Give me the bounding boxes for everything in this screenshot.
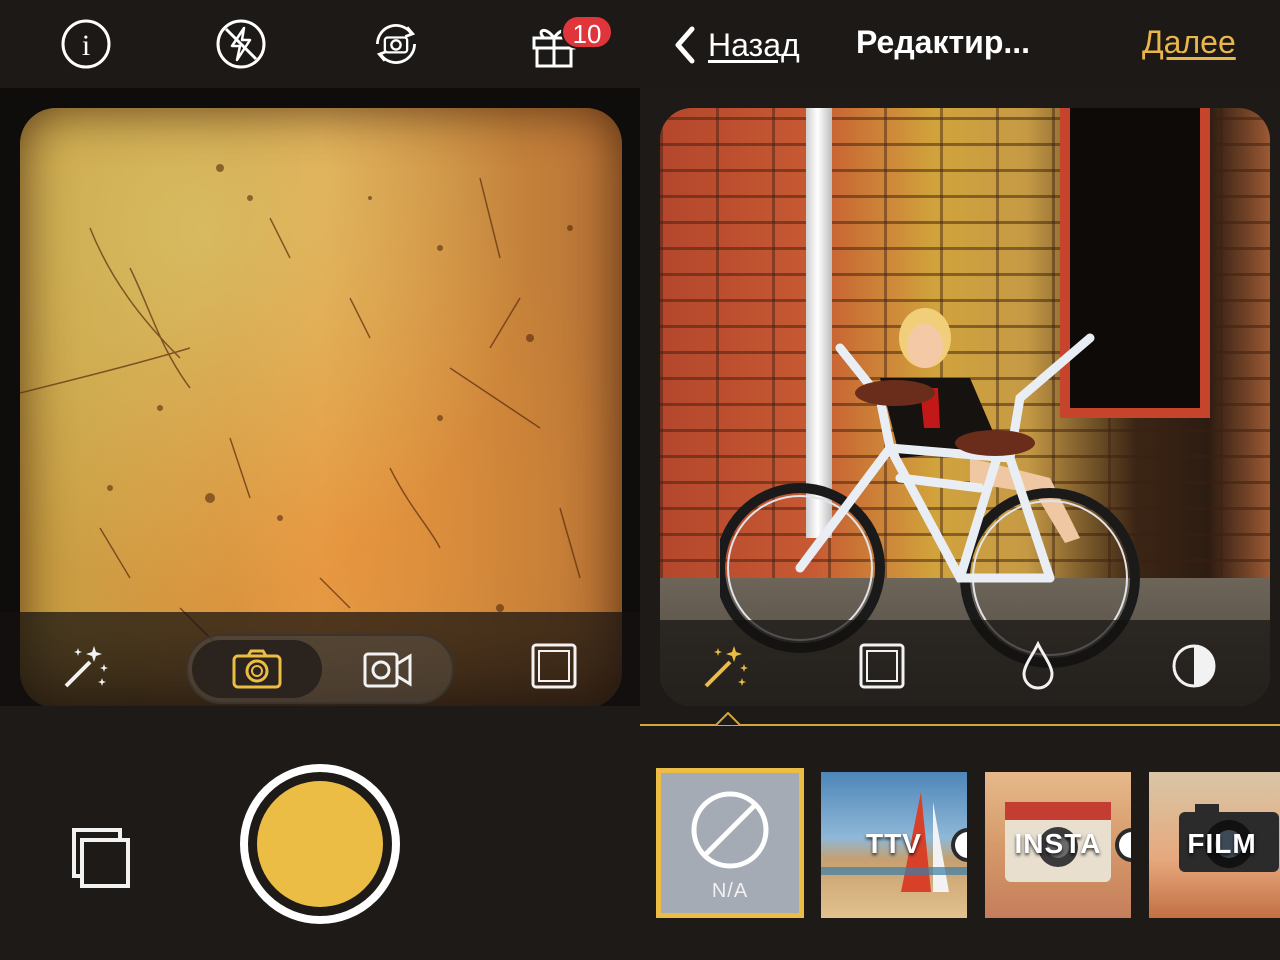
filter-label: N/A <box>711 880 749 902</box>
chevron-left-icon <box>675 26 695 64</box>
page-title: Редактир... <box>856 24 1031 60</box>
camera-bottom-bar <box>0 706 640 960</box>
filter-film[interactable]: FILM <box>1149 772 1280 918</box>
filter-label: FILM <box>1187 828 1257 859</box>
no-filter-icon <box>691 791 769 869</box>
magic-wand-icon[interactable] <box>700 640 752 692</box>
shutter-inner <box>257 781 383 907</box>
flash-off-icon[interactable] <box>215 18 267 70</box>
frame-icon[interactable] <box>528 640 580 692</box>
contrast-icon[interactable] <box>1168 640 1220 692</box>
back-button[interactable]: Назад <box>672 22 800 68</box>
drop-icon[interactable] <box>1012 640 1064 692</box>
camera-icon <box>232 649 282 689</box>
back-label: Назад <box>708 26 800 63</box>
photo-mode-button[interactable] <box>192 640 322 698</box>
switch-camera-icon[interactable] <box>370 18 422 70</box>
gift-badge: 10 <box>561 15 613 49</box>
frame-icon[interactable] <box>856 640 908 692</box>
camera-top-bar: i 10 <box>0 0 640 88</box>
filter-ttv[interactable]: TTV <box>821 772 967 918</box>
editor-screen: Назад Редактир... Далее N/A TTV INSTA FI… <box>640 0 1280 960</box>
magic-wand-icon[interactable] <box>60 640 112 692</box>
photo-preview <box>660 108 1270 706</box>
filter-none[interactable]: N/A <box>656 768 804 918</box>
gallery-icon[interactable] <box>72 828 132 888</box>
tool-caret-icon <box>716 712 740 726</box>
video-camera-icon <box>363 652 412 688</box>
filter-strip: N/A TTV INSTA FILM <box>640 768 1280 918</box>
filter-label: INSTA <box>1014 828 1102 859</box>
info-icon[interactable]: i <box>60 18 112 70</box>
camera-screen: i 10 <box>0 0 640 960</box>
edit-tools-bar <box>660 620 1270 706</box>
camera-controls <box>0 612 640 706</box>
editor-nav-bar: Назад Редактир... Далее <box>640 0 1280 88</box>
mode-switch[interactable] <box>186 634 454 704</box>
filter-label: TTV <box>866 828 922 859</box>
next-button[interactable]: Далее <box>1142 24 1236 61</box>
video-mode-button[interactable] <box>324 640 452 698</box>
filter-insta[interactable]: INSTA <box>985 772 1131 918</box>
shutter-button[interactable] <box>240 764 400 924</box>
svg-text:i: i <box>82 29 90 62</box>
